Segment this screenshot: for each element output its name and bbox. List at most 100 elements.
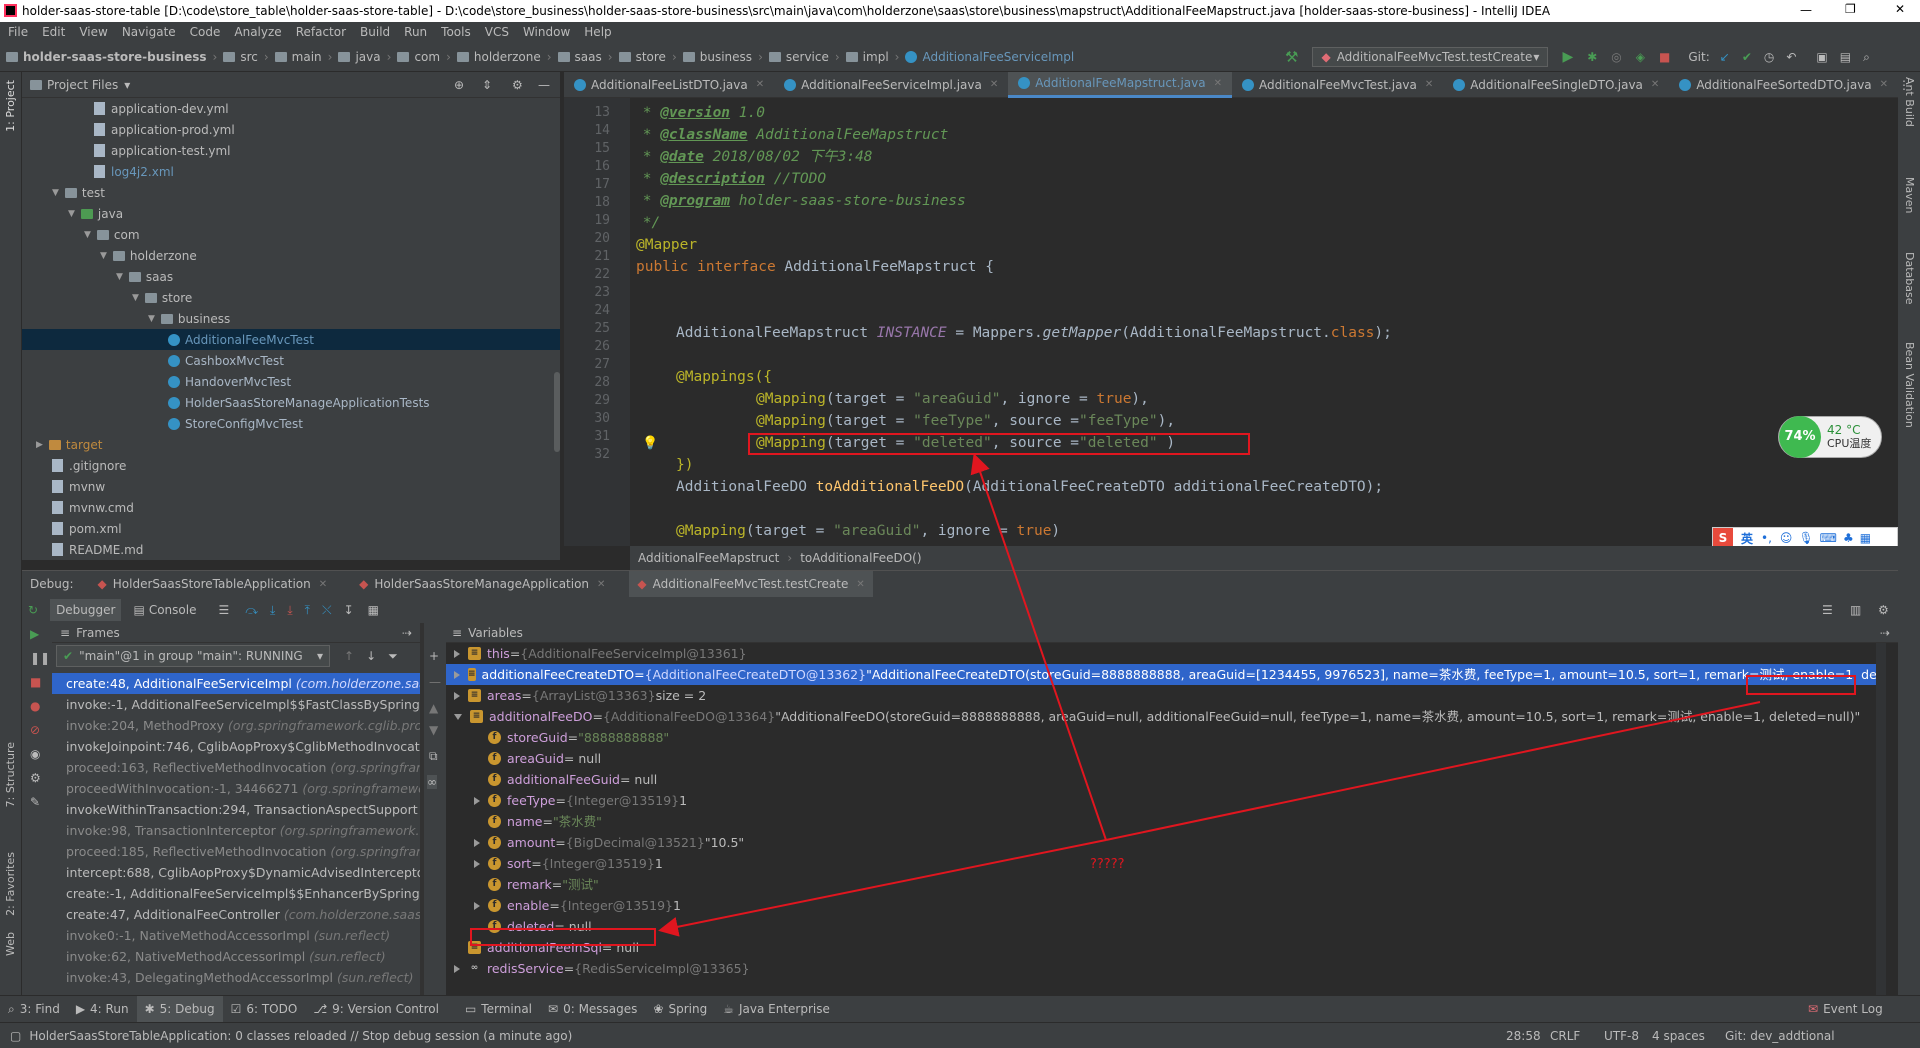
tree-item[interactable]: application-dev.yml (22, 98, 560, 119)
bottom-tab[interactable]: ▭ Terminal (457, 996, 540, 1022)
tab-console[interactable]: ▤ Console (127, 599, 202, 621)
toolbox-icon[interactable]: ▦ (1860, 531, 1871, 545)
step-over-icon[interactable]: ⤼ (245, 603, 258, 618)
tree-item[interactable]: ▼ test (22, 182, 560, 203)
stack-frame[interactable]: create:48, AdditionalFeeServiceImpl (com… (52, 673, 420, 694)
close-icon[interactable]: ✕ (756, 79, 764, 90)
variable-row[interactable]: ≡ additionalFeeInSql = null (454, 937, 1866, 958)
close-icon[interactable]: ✕ (597, 579, 605, 590)
bottom-tab[interactable]: ✉ 0: Messages (540, 996, 645, 1022)
expand-icon[interactable] (474, 901, 480, 910)
history-icon[interactable]: ◷ (1764, 50, 1774, 64)
chevron-down-icon[interactable]: ▼ (52, 188, 59, 198)
tree-item[interactable]: log4j2.xml (22, 161, 560, 182)
git-commit-icon[interactable]: ✔ (1742, 50, 1752, 64)
git-update-icon[interactable]: ↙ (1720, 50, 1730, 64)
chevron-down-icon[interactable]: ▼ (116, 272, 123, 282)
crumb-class[interactable]: AdditionalFeeMapstruct (638, 551, 779, 565)
close-icon[interactable]: ✕ (1895, 2, 1905, 16)
variable-row[interactable]: f deleted = null (474, 916, 1866, 937)
stack-frame[interactable]: invokeJoinpoint:746, CglibAopProxy$Cglib… (52, 736, 420, 757)
vars-pin-icon[interactable]: ⇢ (1880, 626, 1890, 640)
expand-icon[interactable] (454, 691, 460, 700)
variable-row[interactable]: f amount = {BigDecimal@13521} "10.5" (474, 832, 1866, 853)
editor-tab[interactable]: AdditionalFeeSortedDTO.java ✕ (1669, 72, 1898, 98)
breadcrumb-item[interactable]: service › (768, 50, 840, 64)
debug-gear-icon[interactable]: ⚙ (1878, 603, 1889, 617)
breadcrumb-item[interactable]: holderzone › (456, 50, 552, 64)
variable-row[interactable]: f name = "茶水费" (474, 811, 1866, 832)
bottom-tab[interactable]: ▶ 4: Run (68, 996, 137, 1022)
breadcrumb-item[interactable]: AdditionalFeeServiceImpl (905, 50, 1074, 64)
frame-down-icon[interactable]: ↓ (366, 649, 376, 663)
tree-item[interactable]: ▼ business (22, 308, 560, 329)
chevron-down-icon[interactable]: ▼ (84, 230, 91, 240)
git-branch[interactable]: Git: dev_addtional (1725, 1029, 1835, 1043)
tree-item[interactable]: application-prod.yml (22, 119, 560, 140)
lightbulb-icon[interactable]: 💡 (642, 436, 658, 451)
tree-item[interactable]: AdditionalFeeMvcTest (22, 329, 560, 350)
close-icon[interactable]: ✕ (990, 79, 998, 90)
pin-icon[interactable]: ✎ (30, 795, 40, 809)
chevron-down-icon[interactable]: ▼ (132, 293, 139, 303)
line-separator[interactable]: CRLF (1550, 1029, 1580, 1043)
variable-row[interactable]: ∞ redisService = {RedisServiceImpl@13365} (454, 958, 1866, 979)
menu-run[interactable]: Run (404, 25, 427, 39)
variable-row[interactable]: f sort = {Integer@13519} 1 (474, 853, 1866, 874)
project-files-label[interactable]: Project Files (47, 78, 118, 92)
editor-tab[interactable]: AdditionalFeeServiceImpl.java ✕ (774, 72, 1008, 98)
debug-icon[interactable]: ✱ (1587, 50, 1597, 64)
stack-frame[interactable]: invoke:98, TransactionInterceptor (org.s… (52, 820, 420, 841)
close-icon[interactable]: ✕ (1214, 78, 1222, 89)
ime-lang[interactable]: 英 (1741, 530, 1753, 547)
stack-frame[interactable]: invokeWithinTransaction:294, Transaction… (52, 799, 420, 820)
breadcrumb-item[interactable]: holder-saas-store-business › (6, 50, 217, 64)
gear-icon[interactable]: ⚙ (512, 78, 523, 92)
tree-item[interactable]: HolderSaasStoreManageApplicationTests (22, 392, 560, 413)
resume-icon[interactable]: ▶ (30, 627, 39, 641)
tabs-overflow-icon[interactable]: ⋮ (1898, 78, 1910, 92)
tree-item[interactable]: ▼ saas (22, 266, 560, 287)
variable-row[interactable]: ≡ this = {AdditionalFeeServiceImpl@13361} (454, 643, 1866, 664)
scrollbar[interactable] (554, 372, 560, 452)
force-step-into-icon[interactable]: ⤓ (287, 603, 292, 618)
close-icon[interactable]: ✕ (1651, 79, 1659, 90)
vars-scrollbar[interactable] (1876, 643, 1886, 995)
mic-icon[interactable]: 🎙 (1798, 531, 1813, 545)
chevron-down-icon[interactable]: ▼ (148, 314, 155, 324)
bottom-tab[interactable]: ☕ Java Enterprise (715, 996, 838, 1022)
variable-row[interactable]: f enable = {Integer@13519} 1 (474, 895, 1866, 916)
close-icon[interactable]: ✕ (856, 579, 864, 590)
chevron-down-icon[interactable]: ▾ (124, 78, 130, 92)
maximize-icon[interactable]: ❐ (1845, 2, 1856, 16)
move-up-icon[interactable]: ▲ (429, 701, 438, 715)
stop-icon[interactable]: ■ (1659, 50, 1670, 64)
keyboard-icon[interactable]: ⌨ (1820, 531, 1837, 545)
mute-breakpoints-icon[interactable]: ⊘ (30, 723, 40, 737)
filter-icon[interactable]: ⏷ (388, 649, 398, 664)
tree-item[interactable]: pom.xml (22, 518, 560, 539)
variable-row[interactable]: f feeType = {Integer@13519} 1 (474, 790, 1866, 811)
stack-frame[interactable]: proceedWithInvocation:-1, 34466271 (org.… (52, 778, 420, 799)
move-down-icon[interactable]: ▼ (429, 723, 438, 737)
tool-maven[interactable]: Maven (1903, 177, 1916, 213)
variable-row[interactable]: f storeGuid = "8888888888" (474, 727, 1866, 748)
tree-item[interactable]: .gitignore (22, 455, 560, 476)
project-structure-icon[interactable]: ▣ (1816, 50, 1827, 64)
collapse-icon[interactable] (454, 713, 462, 720)
layout-icon[interactable]: ▥ (1850, 603, 1861, 617)
show-execution-point-icon[interactable]: ☰ (218, 603, 229, 617)
stack-frame[interactable]: intercept:688, CglibAopProxy$DynamicAdvi… (52, 862, 420, 883)
view-breakpoints-icon[interactable]: ● (30, 699, 40, 713)
tree-item[interactable]: CashboxMvcTest (22, 350, 560, 371)
expand-icon[interactable] (454, 649, 460, 658)
tree-item[interactable]: ▼ com (22, 224, 560, 245)
chevron-down-icon[interactable]: ▼ (68, 209, 75, 219)
tool-web[interactable]: Web (4, 932, 17, 956)
code-editor[interactable]: * @version 1.0 * @className AdditionalFe… (630, 98, 1880, 546)
bottom-tab[interactable]: ❀ Spring (645, 996, 715, 1022)
drop-frame-icon[interactable]: ⤬ (322, 603, 332, 618)
editor-tab[interactable]: AdditionalFeeMapstruct.java ✕ (1008, 71, 1232, 98)
stack-frame[interactable]: invoke:62, NativeMethodAccessorImpl (sun… (52, 946, 420, 967)
stack-frame[interactable]: create:-1, AdditionalFeeServiceImpl$$Enh… (52, 883, 420, 904)
